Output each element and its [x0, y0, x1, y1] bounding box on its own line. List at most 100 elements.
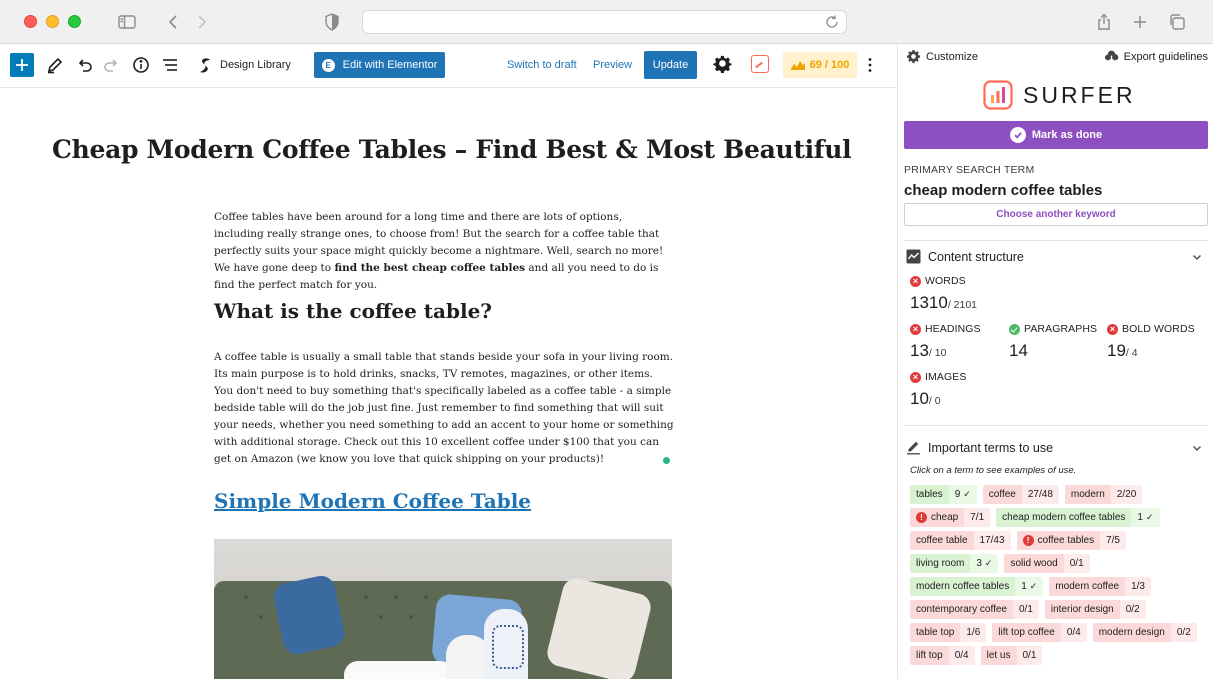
term-count-text: 9: [954, 489, 961, 500]
term-chip[interactable]: living room 3 ✓: [910, 554, 999, 573]
switch-to-draft-button[interactable]: Switch to draft: [507, 52, 577, 78]
term-name: tables: [910, 485, 949, 504]
term-chip[interactable]: lift top 0/4: [910, 646, 975, 665]
post-title[interactable]: Cheap Modern Coffee Tables – Find Best &…: [52, 135, 852, 164]
choose-another-keyword-button[interactable]: Choose another keyword: [904, 203, 1208, 226]
product-image[interactable]: [214, 539, 672, 679]
term-name: living room: [910, 554, 971, 573]
edit-with-elementor-label: Edit with Elementor: [342, 59, 438, 71]
intro-paragraph[interactable]: Coffee tables have been around for a lon…: [214, 209, 674, 294]
surfer-plugin-icon[interactable]: [751, 55, 769, 73]
customize-button[interactable]: Customize: [906, 49, 978, 64]
settings-gear-icon[interactable]: [712, 54, 734, 76]
add-block-button[interactable]: [10, 53, 34, 77]
more-options-icon[interactable]: [859, 54, 881, 76]
term-name: modern coffee: [1049, 577, 1126, 596]
warning-icon: !: [1022, 535, 1034, 546]
term-count: 2/20: [1110, 485, 1143, 504]
bold-words-value: 19: [1107, 341, 1126, 360]
customize-label: Customize: [926, 50, 978, 63]
pencil-icon[interactable]: [44, 54, 66, 76]
term-count-text: 0/1: [1069, 558, 1084, 569]
content-score-badge[interactable]: 69 / 100: [783, 52, 857, 78]
section-divider: [904, 240, 1208, 241]
tab-overview-icon[interactable]: [1167, 12, 1187, 32]
term-name-text: contemporary coffee: [916, 604, 1007, 615]
chevron-down-icon[interactable]: [1191, 441, 1203, 453]
term-count-text: 2/20: [1116, 489, 1137, 500]
update-button[interactable]: Update: [644, 51, 697, 79]
headings-value: 13: [910, 341, 929, 360]
term-chip[interactable]: modern design 0/2: [1092, 623, 1197, 642]
forward-arrow-icon[interactable]: [191, 12, 211, 32]
term-chip[interactable]: cheap modern coffee tables 1 ✓: [996, 508, 1160, 527]
important-terms-header[interactable]: Important terms to use: [906, 440, 1053, 455]
term-name: contemporary coffee: [910, 600, 1013, 619]
shield-icon[interactable]: [322, 12, 342, 32]
new-tab-icon[interactable]: [1130, 12, 1150, 32]
term-count-text: 17/43: [979, 535, 1005, 546]
primary-search-term-label: PRIMARY SEARCH TERM: [904, 164, 1035, 176]
term-chip[interactable]: tables 9 ✓: [910, 485, 977, 504]
content-structure-title: Content structure: [928, 249, 1024, 264]
design-library-label: Design Library: [220, 59, 291, 71]
definition-paragraph[interactable]: A coffee table is usually a small table …: [214, 349, 674, 468]
white-bowl: [344, 661, 454, 679]
words-target: / 2101: [947, 299, 978, 311]
redo-icon[interactable]: [101, 54, 123, 76]
design-library-button[interactable]: Design Library: [197, 54, 291, 76]
term-count: 0/4: [948, 646, 975, 665]
back-arrow-icon[interactable]: [164, 12, 184, 32]
term-chip[interactable]: lift top coffee 0/4: [992, 623, 1087, 642]
term-chip[interactable]: modern coffee tables 1 ✓: [910, 577, 1044, 596]
term-count-text: 1/6: [966, 627, 981, 638]
term-chip[interactable]: ! cheap 7/1: [910, 508, 991, 527]
term-chip[interactable]: coffee table 17/43: [910, 531, 1011, 550]
term-name: ! coffee tables: [1016, 531, 1101, 550]
reload-icon[interactable]: [824, 14, 840, 30]
paragraphs-metric-label: PARAGRAPHS: [1009, 323, 1097, 335]
term-name: cheap modern coffee tables: [996, 508, 1132, 527]
block-status-dot: [663, 457, 670, 464]
list-view-icon[interactable]: [159, 54, 181, 76]
headings-metric-label: × HEADINGS: [910, 323, 981, 335]
term-count-text: 0/2: [1125, 604, 1140, 615]
editor-canvas[interactable]: Cheap Modern Coffee Tables – Find Best &…: [0, 89, 897, 679]
term-chip[interactable]: contemporary coffee 0/1: [910, 600, 1039, 619]
undo-icon[interactable]: [73, 54, 95, 76]
content-structure-header[interactable]: Content structure: [906, 249, 1024, 264]
term-count-text: 1: [1021, 581, 1027, 592]
section-heading[interactable]: What is the coffee table?: [214, 299, 492, 323]
term-name: coffee: [982, 485, 1022, 504]
term-chip[interactable]: let us 0/1: [980, 646, 1043, 665]
term-chip[interactable]: coffee 27/48: [982, 485, 1059, 504]
minimize-window-button[interactable]: [46, 15, 59, 28]
terms-list: tables 9 ✓ coffee 27/48 modern 2/20! cheap 7/1 ch…: [910, 485, 1210, 665]
mark-as-done-button[interactable]: Mark as done: [904, 121, 1208, 149]
term-chip[interactable]: ! coffee tables 7/5: [1016, 531, 1126, 550]
chevron-down-icon[interactable]: [1191, 250, 1203, 262]
term-chip[interactable]: table top 1/6: [910, 623, 987, 642]
export-guidelines-button[interactable]: Export guidelines: [1104, 49, 1208, 64]
term-chip[interactable]: interior design 0/2: [1044, 600, 1146, 619]
sidebar-toggle-icon[interactable]: [117, 12, 137, 32]
close-window-button[interactable]: [24, 15, 37, 28]
maximize-window-button[interactable]: [68, 15, 81, 28]
images-label-text: IMAGES: [925, 371, 967, 383]
info-icon[interactable]: [130, 54, 152, 76]
error-icon: ×: [910, 371, 921, 383]
address-bar[interactable]: [362, 10, 847, 34]
term-name: interior design: [1044, 600, 1120, 619]
edit-with-elementor-button[interactable]: E Edit with Elementor: [314, 52, 445, 78]
share-icon[interactable]: [1094, 12, 1114, 32]
term-chip[interactable]: modern coffee 1/3: [1049, 577, 1151, 596]
term-count: 0/4: [1060, 623, 1087, 642]
term-name: modern coffee tables: [910, 577, 1016, 596]
checkmark-icon: [1009, 127, 1026, 143]
term-chip[interactable]: solid wood 0/1: [1004, 554, 1090, 573]
term-chip[interactable]: modern 2/20: [1064, 485, 1143, 504]
term-count-text: 1: [1137, 512, 1143, 523]
product-heading-link[interactable]: Simple Modern Coffee Table: [214, 489, 531, 513]
preview-button[interactable]: Preview: [593, 52, 632, 78]
primary-search-term: cheap modern coffee tables: [904, 182, 1103, 199]
